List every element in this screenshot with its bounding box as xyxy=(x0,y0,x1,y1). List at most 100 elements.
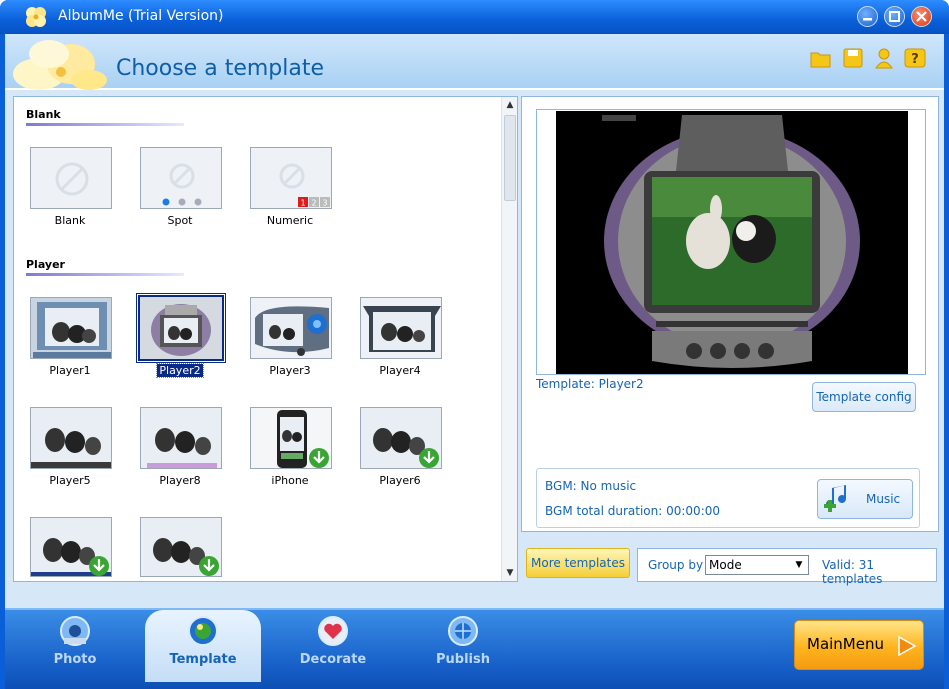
template-label-selected: Player2 xyxy=(130,363,230,378)
save-icon[interactable] xyxy=(841,46,865,70)
group-by-select[interactable]: Mode ▼ xyxy=(705,555,809,575)
numeric-pages-icon: 1 2 3 xyxy=(279,163,330,208)
template-thumb-player3[interactable] xyxy=(250,297,332,359)
template-thumb-player4[interactable] xyxy=(360,297,442,359)
tab-publish[interactable]: Publish xyxy=(413,610,513,682)
page-digit: 1 xyxy=(300,199,305,208)
group-by-bar: Group by Mode ▼ Valid: 31 templates xyxy=(637,548,937,586)
page-digit: 2 xyxy=(311,199,316,208)
bgm-duration-row: BGM total duration: 00:00:00 xyxy=(545,504,720,518)
template-label: Player8 xyxy=(159,474,201,487)
template-list-scrollbar[interactable]: ▲ ▼ xyxy=(501,97,517,581)
scroll-up-icon[interactable]: ▲ xyxy=(502,97,518,113)
user-icon[interactable] xyxy=(872,46,896,70)
chevron-down-icon: ▼ xyxy=(795,560,803,570)
page-digit: 3 xyxy=(322,199,327,208)
template-name-row: Template: Player2 xyxy=(536,377,644,391)
tab-photo[interactable]: Photo xyxy=(25,610,125,682)
template-label: Player5 xyxy=(49,474,91,487)
close-icon xyxy=(916,11,927,22)
player-preview xyxy=(556,111,908,374)
bgm-duration-value: 00:00:00 xyxy=(666,504,721,518)
template-label: Template: xyxy=(536,377,595,391)
clover-logo-icon xyxy=(26,7,46,27)
spot-dots-icon xyxy=(162,163,202,206)
template-label: iPhone xyxy=(271,474,309,487)
template-thumb-player6[interactable] xyxy=(360,407,442,469)
bgm-duration-label: BGM total duration: xyxy=(545,504,663,518)
app-window: AlbumMe (Trial Version) Choose a templat… xyxy=(0,0,949,689)
iphone-preview-icon xyxy=(251,408,331,468)
add-music-icon xyxy=(824,485,846,512)
player6-preview-icon xyxy=(361,408,441,468)
template-label: Player1 xyxy=(49,364,91,377)
template-thumb-player2[interactable] xyxy=(136,293,226,363)
template-thumb-player1[interactable] xyxy=(30,297,112,359)
main-menu-button[interactable]: MainMenu xyxy=(794,620,924,670)
minimize-button[interactable] xyxy=(857,6,878,27)
bottom-navigation: Photo Template Decorate Publish MainMenu xyxy=(5,608,944,689)
template-name: Player2 xyxy=(598,377,644,391)
player3-preview-icon xyxy=(251,298,331,358)
music-button-label: Music xyxy=(866,492,901,506)
bgm-label: BGM: xyxy=(545,479,577,493)
template-config-button[interactable]: Template config xyxy=(812,382,916,412)
group-by-label: Group by xyxy=(648,558,704,572)
template-thumb-player-extra-1[interactable] xyxy=(30,517,112,577)
template-label: Spot xyxy=(167,214,193,227)
template-thumb-iphone[interactable] xyxy=(250,407,332,469)
player1-preview-icon xyxy=(31,298,111,358)
preview-panel: Template: Player2 Template config BGM: N… xyxy=(521,96,939,532)
template-list-panel: Blank Blank Spot 1 2 3 Numeric Player Pl… xyxy=(13,96,518,582)
valid-templates-count: Valid: 31 templates xyxy=(822,558,883,586)
music-button[interactable]: Music xyxy=(817,479,913,519)
template-thumb-spot[interactable] xyxy=(140,147,222,209)
player5-preview-icon xyxy=(31,408,111,468)
tab-label: Decorate xyxy=(299,652,367,667)
window-title: AlbumMe (Trial Version) xyxy=(58,8,224,24)
bgm-value: No music xyxy=(580,479,637,493)
template-thumb-player5[interactable] xyxy=(30,407,112,469)
main-menu-label: MainMenu xyxy=(807,635,884,653)
close-button[interactable] xyxy=(911,6,932,27)
section-divider xyxy=(26,273,184,276)
template-thumb-blank[interactable] xyxy=(30,147,112,209)
help-icon[interactable]: ? xyxy=(903,46,927,70)
maximize-button[interactable] xyxy=(884,6,905,27)
bgm-box: BGM: No music BGM total duration: 00:00:… xyxy=(536,468,920,528)
group-by-value: Mode xyxy=(709,558,742,572)
selected-label-text: Player2 xyxy=(156,363,204,378)
tab-decorate[interactable]: Decorate xyxy=(283,610,383,682)
bgm-row: BGM: No music xyxy=(545,479,636,493)
tv-player-illustration xyxy=(556,111,908,374)
player2-preview-icon xyxy=(140,297,222,359)
template-label: Player3 xyxy=(269,364,311,377)
photo-icon xyxy=(60,616,90,646)
template-icon xyxy=(188,616,218,646)
player8-preview-icon xyxy=(141,408,221,468)
folder-open-icon[interactable] xyxy=(809,46,833,70)
template-label: Player6 xyxy=(379,474,421,487)
flower-logo-icon xyxy=(13,40,107,90)
scroll-down-icon[interactable]: ▼ xyxy=(502,565,518,581)
minimize-icon xyxy=(863,18,872,21)
player4-preview-icon xyxy=(361,298,441,358)
page-title: Choose a template xyxy=(116,56,325,81)
arrow-right-icon xyxy=(898,635,917,657)
tab-template[interactable]: Template xyxy=(145,610,261,682)
template-thumb-player8[interactable] xyxy=(140,407,222,469)
more-templates-button[interactable]: More templates xyxy=(526,548,630,578)
scroll-thumb[interactable] xyxy=(504,115,516,201)
section-label-blank: Blank xyxy=(26,108,61,121)
svg-text:?: ? xyxy=(911,52,919,67)
page-header: Choose a template ? xyxy=(5,34,944,90)
template-thumb-numeric[interactable]: 1 2 3 xyxy=(250,147,332,209)
tab-label: Template xyxy=(169,652,237,667)
player-extra-preview-icon xyxy=(141,518,221,576)
publish-icon xyxy=(448,616,478,646)
client-area: Choose a template ? Blank Blank Spot 1 2… xyxy=(5,34,944,689)
player-extra-preview-icon xyxy=(31,518,111,576)
template-thumb-player-extra-2[interactable] xyxy=(140,517,222,577)
tab-label: Photo xyxy=(53,652,97,667)
decorate-icon xyxy=(318,616,348,646)
